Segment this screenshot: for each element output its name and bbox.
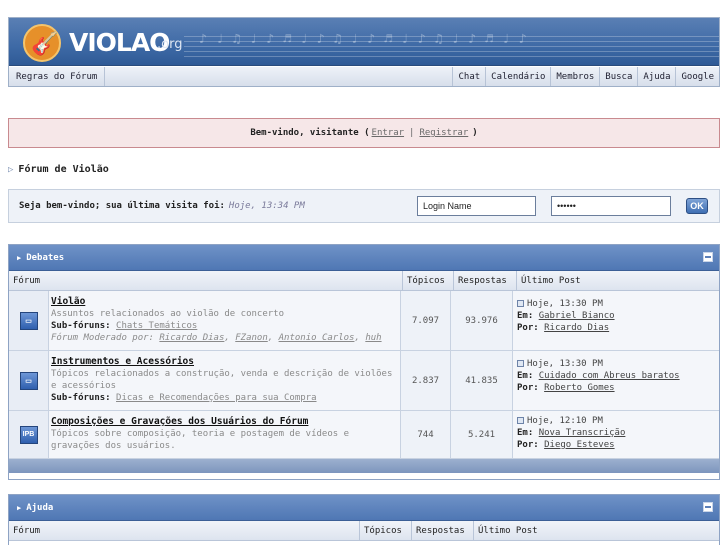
last-post-topic-link[interactable]: Cuidado com Abreus baratos — [539, 371, 680, 381]
login-bar: Seja bem-vindo; sua última visita foi: H… — [8, 189, 720, 223]
page-title[interactable]: Fórum de Violão — [18, 164, 108, 175]
topic-count: 7.097 — [401, 291, 451, 350]
nav-help-link[interactable]: Ajuda — [637, 67, 675, 86]
guitar-icon: 🎸 — [31, 32, 59, 57]
category-debates: ▶ Debates Fórum Tópicos Respostas Último… — [8, 244, 720, 480]
breadcrumb: ▷ Fórum de Violão — [8, 164, 720, 175]
last-post-icon[interactable] — [517, 360, 524, 367]
subforum-link[interactable]: Dicas e Recomendações para sua Compra — [116, 393, 316, 403]
category-title[interactable]: Debates — [26, 253, 64, 263]
last-post-author-link[interactable]: Diego Esteves — [544, 440, 614, 450]
last-post-author-link[interactable]: Roberto Gomes — [544, 383, 614, 393]
reply-count: 5.241 — [451, 411, 513, 458]
col-topics: Tópicos — [402, 271, 453, 290]
nav-search-link[interactable]: Busca — [599, 67, 637, 86]
category-header: ▶ Ajuda — [9, 495, 719, 521]
reply-count: 93.976 — [451, 291, 513, 350]
topic-count: 744 — [401, 411, 451, 458]
forum-status-icon: ▭ — [9, 291, 49, 350]
forum-row: IPB Composições e Gravações dos Usuários… — [9, 411, 719, 459]
last-post-icon[interactable] — [517, 417, 524, 424]
column-header: Fórum Tópicos Respostas Último Post — [9, 271, 719, 291]
forum-row: ▭ Violão Assuntos relacionados ao violão… — [9, 291, 719, 351]
moderator-link[interactable]: Ricardo Dias — [159, 333, 224, 343]
column-header: Fórum Tópicos Respostas Último Post — [9, 521, 719, 541]
category-footer — [9, 459, 719, 473]
register-link[interactable]: Registrar — [419, 128, 468, 138]
banner: ♪♩♫♩♪♬♩♪♫♩♪♬♩♪♫♩♪♬♩♪ 🎸 VIOLAO .org — [9, 18, 719, 66]
subforum-link[interactable]: Chats Temáticos — [116, 321, 197, 331]
triangle-right-icon: ▷ — [8, 164, 14, 175]
forum-description: Assuntos relacionados ao violão de conce… — [51, 309, 284, 319]
last-visit-time: Hoje, 13:34 PM — [228, 201, 305, 211]
logo-text: VIOLAO — [69, 28, 170, 57]
welcome-box: Bem-vindo, visitante ( Entrar | Registra… — [8, 118, 720, 148]
forum-status-icon: IPB — [9, 411, 49, 458]
last-post-topic-link[interactable]: Gabriel Bianco — [539, 311, 615, 321]
nav-members-link[interactable]: Membros — [550, 67, 599, 86]
moderator-link[interactable]: huh — [365, 333, 381, 343]
forum-row: ▭ Instrumentos e Acessórios Tópicos rela… — [9, 351, 719, 411]
nav-chat-link[interactable]: Chat — [452, 67, 485, 86]
password-input[interactable] — [551, 196, 671, 216]
topic-count: 2.837 — [401, 351, 451, 410]
category-header: ▶ Debates — [9, 245, 719, 271]
category-ajuda: ▶ Ajuda Fórum Tópicos Respostas Último P… — [8, 494, 720, 545]
col-topics: Tópicos — [359, 521, 411, 540]
forum-description: Tópicos relacionados a construção, venda… — [51, 369, 393, 391]
forum-description: Tópicos sobre composição, teoria e posta… — [51, 429, 350, 451]
moderator-link[interactable]: FZanon — [235, 333, 268, 343]
col-forum: Fórum — [13, 525, 41, 536]
nav-calendar-link[interactable]: Calendário — [485, 67, 550, 86]
forum-name[interactable]: Instrumentos e Acessórios — [51, 356, 396, 368]
col-replies: Respostas — [453, 271, 516, 290]
col-forum: Fórum — [13, 275, 41, 286]
last-post-topic-link[interactable]: Nova Transcrição — [539, 428, 626, 438]
login-ok-button[interactable]: OK — [686, 198, 708, 214]
site-logo[interactable]: 🎸 VIOLAO .org — [17, 22, 187, 64]
collapse-icon[interactable] — [703, 252, 713, 262]
logo-suffix: .org — [157, 37, 183, 52]
music-notes-decoration: ♪♩♫♩♪♬♩♪♫♩♪♬♩♪♫♩♪♬♩♪ — [199, 32, 536, 47]
category-title[interactable]: Ajuda — [26, 503, 53, 513]
moderator-link[interactable]: Antonio Carlos — [279, 333, 355, 343]
col-last-post: Último Post — [473, 521, 719, 540]
subforums-label: Sub-fóruns: — [51, 393, 111, 403]
nav-google-link[interactable]: Google — [675, 67, 719, 86]
triangle-right-icon: ▶ — [17, 503, 22, 512]
moderators-label: Fórum Moderado por: — [51, 333, 154, 343]
last-post: Hoje, 13:30 PM Em: Gabriel Bianco Por: R… — [513, 291, 719, 350]
forum-name[interactable]: Violão — [51, 296, 396, 308]
last-post: Hoje, 13:30 PM Em: Cuidado com Abreus ba… — [513, 351, 719, 410]
triangle-right-icon: ▶ — [17, 253, 22, 262]
forum-name[interactable]: Composições e Gravações dos Usuários do … — [51, 416, 396, 428]
forum-status-icon: ▭ — [9, 351, 49, 410]
last-post-icon[interactable] — [517, 300, 524, 307]
reply-count: 41.835 — [451, 351, 513, 410]
collapse-icon[interactable] — [703, 502, 713, 512]
login-name-input[interactable] — [417, 196, 536, 216]
nav-bar: Regras do Fórum Chat Calendário Membros … — [9, 66, 719, 86]
last-post-author-link[interactable]: Ricardo Dias — [544, 323, 609, 333]
subforums-label: Sub-fóruns: — [51, 321, 111, 331]
nav-rules-link[interactable]: Regras do Fórum — [9, 67, 106, 86]
welcome-close: ) — [472, 128, 478, 138]
last-post: Hoje, 12:10 PM Em: Nova Transcrição Por:… — [513, 411, 719, 458]
col-last-post: Último Post — [516, 271, 719, 290]
site-header: ♪♩♫♩♪♬♩♪♫♩♪♬♩♪♫♩♪♬♩♪ 🎸 VIOLAO .org Regra… — [8, 17, 720, 87]
login-link[interactable]: Entrar — [372, 128, 405, 138]
last-visit-message: Seja bem-vindo; sua última visita foi: — [19, 201, 225, 211]
welcome-text: Bem-vindo, visitante ( — [250, 128, 370, 138]
col-replies: Respostas — [411, 521, 473, 540]
welcome-separator: | — [409, 128, 415, 138]
